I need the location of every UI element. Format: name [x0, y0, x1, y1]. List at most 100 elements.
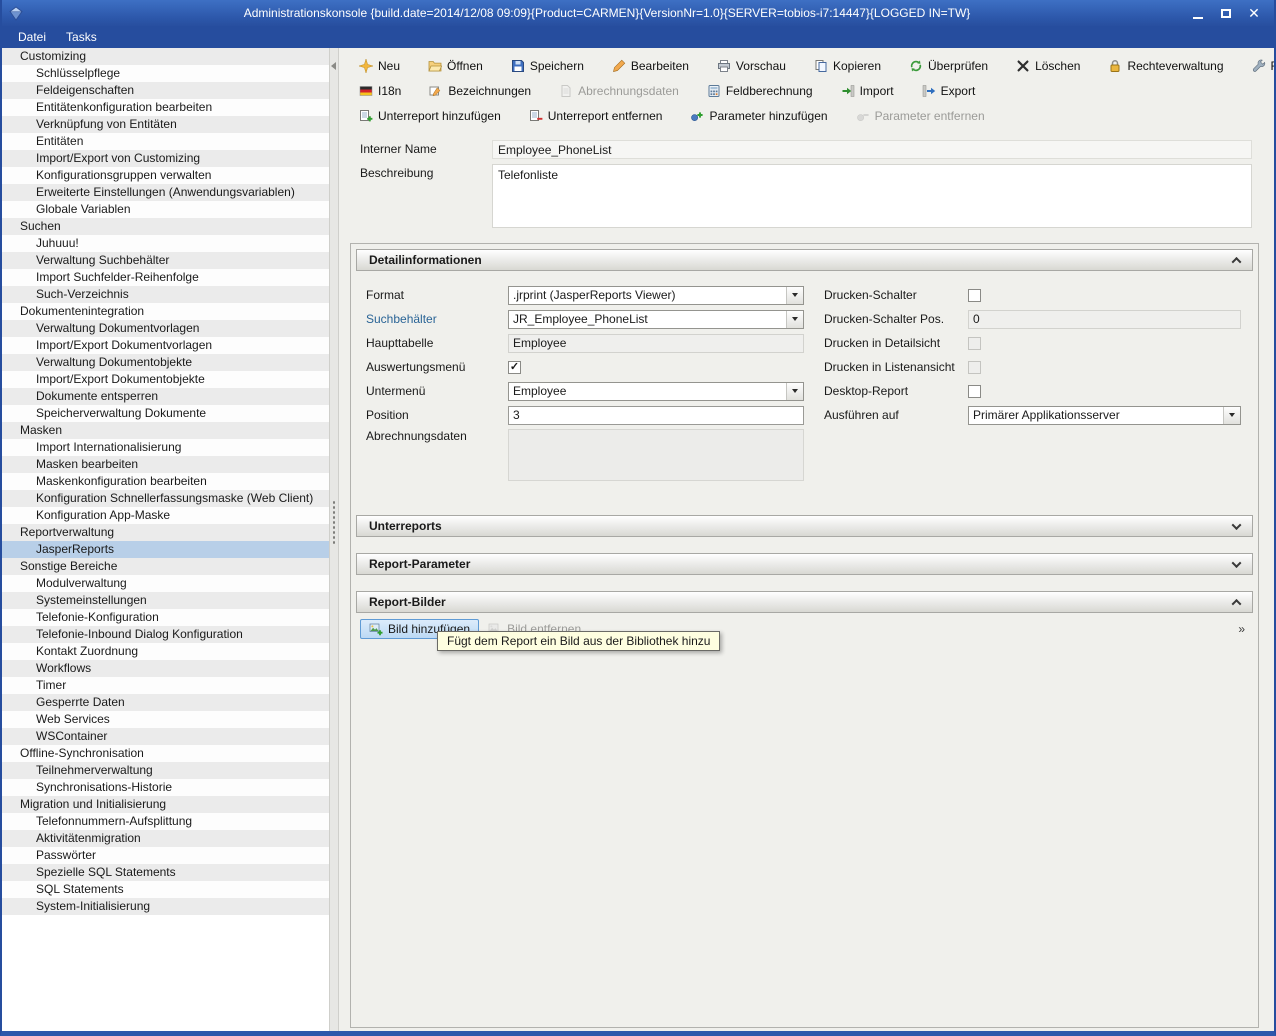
sidebar-item[interactable]: Juhuuu! [2, 235, 329, 252]
main-panel: Neu Öffnen Speichern Bearbeiten [339, 48, 1274, 1031]
sidebar-header[interactable]: Customizing [2, 48, 329, 65]
desktop-report-checkbox[interactable] [968, 385, 981, 398]
sidebar-header[interactable]: Sonstige Bereiche [2, 558, 329, 575]
sidebar-item[interactable]: Konfigurationsgruppen verwalten [2, 167, 329, 184]
rechteverwaltung-button[interactable]: Rechteverwaltung [1102, 56, 1229, 76]
ausfuehren-auf-select[interactable]: Primärer Applikationsserver [968, 406, 1241, 425]
sidebar-item[interactable]: Modulverwaltung [2, 575, 329, 592]
sidebar-header[interactable]: Dokumentenintegration [2, 303, 329, 320]
sidebar: CustomizingSchlüsselpflegeFeldeigenschaf… [2, 48, 329, 1031]
splitter-handle[interactable] [329, 48, 339, 1031]
sidebar-item[interactable]: Speicherverwaltung Dokumente [2, 405, 329, 422]
position-field[interactable]: 3 [508, 406, 804, 425]
sidebar-header[interactable]: Offline-Synchronisation [2, 745, 329, 762]
sidebar-item[interactable]: Import Suchfelder-Reihenfolge [2, 269, 329, 286]
sidebar-item[interactable]: Synchronisations-Historie [2, 779, 329, 796]
sidebar-item[interactable]: Import Internationalisierung [2, 439, 329, 456]
sidebar-item[interactable]: Konfiguration App-Maske [2, 507, 329, 524]
maximize-icon [1221, 9, 1231, 18]
sidebar-item[interactable]: Telefonie-Inbound Dialog Konfiguration [2, 626, 329, 643]
sidebar-item[interactable]: Web Services [2, 711, 329, 728]
oeffnen-button[interactable]: Öffnen [422, 56, 489, 76]
sidebar-item[interactable]: Entitätenkonfiguration bearbeiten [2, 99, 329, 116]
sidebar-item[interactable]: Spezielle SQL Statements [2, 864, 329, 881]
reparieren-button[interactable]: Reparieren [1246, 56, 1275, 76]
sidebar-item[interactable]: Maskenkonfiguration bearbeiten [2, 473, 329, 490]
sidebar-item[interactable]: Teilnehmerverwaltung [2, 762, 329, 779]
sidebar-item[interactable]: Entitäten [2, 133, 329, 150]
import-button[interactable]: Import [835, 81, 900, 101]
drucken-schalter-checkbox[interactable] [968, 289, 981, 302]
sidebar-item[interactable]: Verwaltung Dokumentvorlagen [2, 320, 329, 337]
close-button[interactable] [1244, 4, 1264, 22]
section-header-report-bilder[interactable]: Report-Bilder [356, 591, 1253, 613]
window-title: Administrationskonsole {build.date=2014/… [26, 6, 1188, 20]
menu-datei[interactable]: Datei [8, 28, 56, 46]
parameter-add-icon [690, 109, 704, 123]
kopieren-button[interactable]: Kopieren [808, 56, 887, 76]
unterreport-hinzufuegen-button[interactable]: Unterreport hinzufügen [353, 106, 507, 126]
maximize-button[interactable] [1216, 4, 1236, 22]
sidebar-item[interactable]: Such-Verzeichnis [2, 286, 329, 303]
suchbehaelter-label[interactable]: Suchbehälter [366, 312, 508, 326]
sidebar-header[interactable]: Reportverwaltung [2, 524, 329, 541]
sidebar-item[interactable]: SQL Statements [2, 881, 329, 898]
sidebar-item[interactable]: Aktivitätenmigration [2, 830, 329, 847]
sidebar-item[interactable]: System-Initialisierung [2, 898, 329, 915]
sidebar-item[interactable]: Verwaltung Suchbehälter [2, 252, 329, 269]
sidebar-header[interactable]: Suchen [2, 218, 329, 235]
sidebar-item[interactable]: Masken bearbeiten [2, 456, 329, 473]
sidebar-item[interactable]: Feldeigenschaften [2, 82, 329, 99]
parameter-hinzufuegen-button[interactable]: Parameter hinzufügen [684, 106, 833, 126]
menu-tasks[interactable]: Tasks [56, 28, 107, 46]
i18n-button[interactable]: I18n [353, 81, 407, 101]
untermenu-select[interactable]: Employee [508, 382, 804, 401]
ueberpruefen-button[interactable]: Überprüfen [903, 56, 994, 76]
sidebar-item[interactable]: Konfiguration Schnellerfassungsmaske (We… [2, 490, 329, 507]
sidebar-item[interactable]: Gesperrte Daten [2, 694, 329, 711]
sidebar-item[interactable]: WSContainer [2, 728, 329, 745]
suchbehaelter-select[interactable]: JR_Employee_PhoneList [508, 310, 804, 329]
section-header-report-parameter[interactable]: Report-Parameter [356, 553, 1253, 575]
format-label: Format [366, 288, 508, 302]
export-button[interactable]: Export [916, 81, 982, 101]
sidebar-item[interactable]: Timer [2, 677, 329, 694]
sidebar-item[interactable]: Import/Export Dokumentvorlagen [2, 337, 329, 354]
sidebar-item[interactable]: Dokumente entsperren [2, 388, 329, 405]
vorschau-button[interactable]: Vorschau [711, 56, 792, 76]
bezeichnungen-button[interactable]: Bezeichnungen [423, 81, 537, 101]
minimize-button[interactable] [1188, 4, 1208, 22]
section-header-detailinformationen[interactable]: Detailinformationen [356, 249, 1253, 271]
sidebar-item[interactable]: Verknüpfung von Entitäten [2, 116, 329, 133]
loeschen-button[interactable]: Löschen [1010, 56, 1086, 76]
sidebar-item[interactable]: Import/Export von Customizing [2, 150, 329, 167]
sidebar-header[interactable]: Masken [2, 422, 329, 439]
sidebar-item[interactable]: Kontakt Zuordnung [2, 643, 329, 660]
sidebar-item[interactable]: JasperReports [2, 541, 329, 558]
drucken-schalter-pos-field[interactable]: 0 [968, 310, 1241, 329]
speichern-button[interactable]: Speichern [505, 56, 590, 76]
sidebar-header[interactable]: Migration und Initialisierung [2, 796, 329, 813]
neu-button[interactable]: Neu [353, 56, 406, 76]
sidebar-item[interactable]: Workflows [2, 660, 329, 677]
sidebar-item[interactable]: Import/Export Dokumentobjekte [2, 371, 329, 388]
sidebar-item[interactable]: Globale Variablen [2, 201, 329, 218]
sidebar-item[interactable]: Systemeinstellungen [2, 592, 329, 609]
beschreibung-textarea[interactable]: Telefonliste [492, 164, 1252, 228]
format-select[interactable]: .jrprint (JasperReports Viewer) [508, 286, 804, 305]
interner-name-field[interactable]: Employee_PhoneList [492, 140, 1252, 159]
sidebar-item[interactable]: Erweiterte Einstellungen (Anwendungsvari… [2, 184, 329, 201]
sidebar-item[interactable]: Telefonie-Konfiguration [2, 609, 329, 626]
auswertungsmenu-checkbox[interactable] [508, 361, 521, 374]
sidebar-item[interactable]: Passwörter [2, 847, 329, 864]
overflow-chevron-icon[interactable] [1234, 622, 1249, 636]
unterreport-entfernen-button[interactable]: Unterreport entfernen [523, 106, 669, 126]
titlebar: Administrationskonsole {build.date=2014/… [2, 0, 1274, 26]
section-header-unterreports[interactable]: Unterreports [356, 515, 1253, 537]
feldberechnung-button[interactable]: Feldberechnung [701, 81, 819, 101]
sidebar-item[interactable]: Schlüsselpflege [2, 65, 329, 82]
bearbeiten-button[interactable]: Bearbeiten [606, 56, 695, 76]
sidebar-item[interactable]: Telefonnummern-Aufsplittung [2, 813, 329, 830]
sidebar-item[interactable]: Verwaltung Dokumentobjekte [2, 354, 329, 371]
calculator-icon [707, 84, 721, 98]
